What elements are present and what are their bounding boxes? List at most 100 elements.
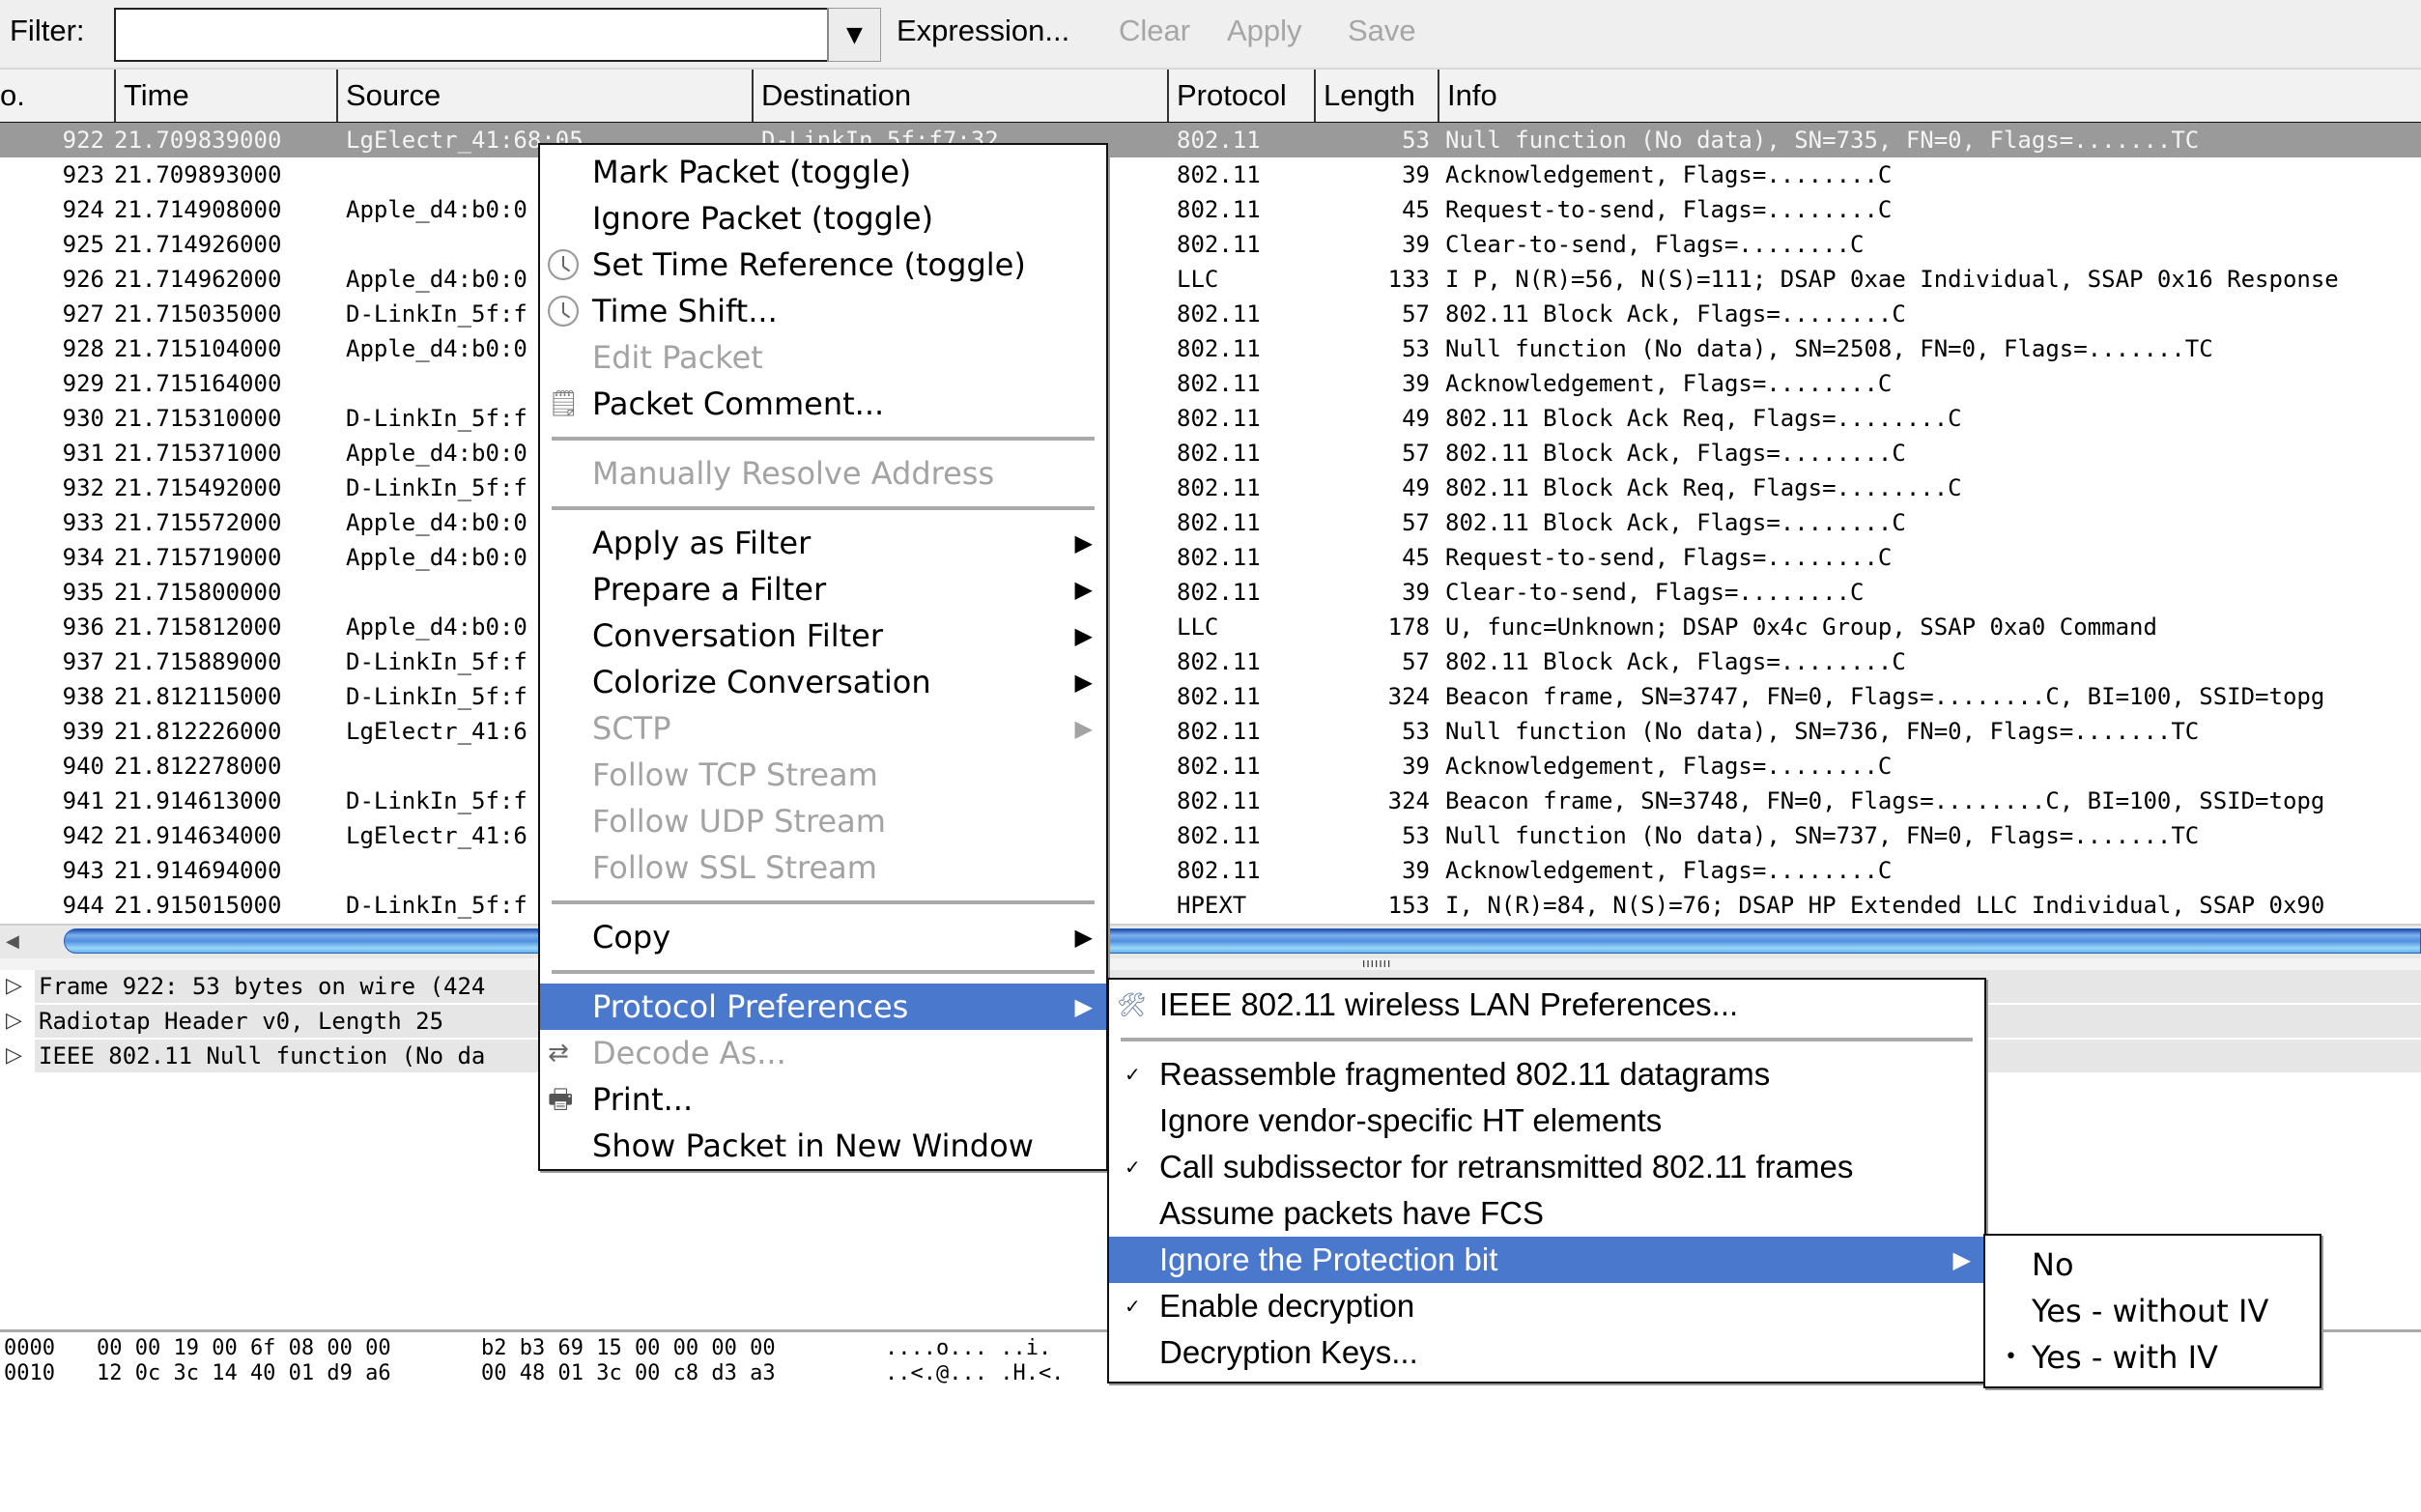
packet-list[interactable]: 922 21.709839000 LgElectr_41:68:05 D-LinkIn… <box>0 123 2421 923</box>
chevron-down-icon: ▼ <box>846 22 863 47</box>
packet-row[interactable]: 943 21.914694000 802.11 39 Acknowledgement, … <box>0 853 2421 888</box>
packet-row[interactable]: 923 21.709893000 802.11 39 Acknowledgement, … <box>0 157 2421 192</box>
menu-item-copy[interactable]: Copy ▶ <box>540 914 1106 960</box>
pref-item-ignore-the-protection-bit[interactable]: Ignore the Protection bit ▶ <box>1109 1237 1984 1283</box>
column-header-no[interactable]: o. <box>0 70 116 122</box>
menu-item-label: Set Time Reference (toggle) <box>592 246 1026 283</box>
packet-row[interactable]: 938 21.812115000 D-LinkIn_5f:f 802.11 324 Bea… <box>0 679 2421 714</box>
column-header-source[interactable]: Source <box>338 70 754 122</box>
apply-button[interactable]: Apply <box>1227 14 1302 48</box>
save-button[interactable]: Save <box>1348 14 1416 48</box>
packet-row[interactable]: 926 21.714962000 Apple_d4:b0:0 LLC 133 I P, N… <box>0 262 2421 297</box>
cell-len: 49 <box>1402 405 1430 432</box>
menu-separator <box>1121 1038 1973 1041</box>
cell-info: Acknowledgement, Flags=........C <box>1445 753 1893 780</box>
menu-item-print[interactable]: 🖶 Print... <box>540 1076 1106 1123</box>
checkmark-icon: ✓ <box>1125 1063 1141 1086</box>
cell-info: 802.11 Block Ack, Flags=........C <box>1445 509 1906 536</box>
cell-len: 39 <box>1402 753 1430 780</box>
cell-info: Acknowledgement, Flags=........C <box>1445 857 1893 884</box>
menu-item-ignore-packet-toggle[interactable]: Ignore Packet (toggle) <box>540 195 1106 242</box>
cell-len: 57 <box>1402 509 1430 536</box>
packet-row[interactable]: 935 21.715800000 802.11 39 Clear-to-send, Fl… <box>0 575 2421 610</box>
radio-item-yes-without-iv[interactable]: Yes - without IV <box>1985 1288 2320 1334</box>
column-header-length[interactable]: Length <box>1316 70 1439 122</box>
pref-item-ignore-vendor-specific-ht-elements[interactable]: Ignore vendor-specific HT elements <box>1109 1098 1984 1144</box>
packet-row[interactable]: 925 21.714926000 802.11 39 Clear-to-send, Fl… <box>0 227 2421 262</box>
expression-button[interactable]: Expression... <box>897 14 1069 48</box>
cell-time: 21.714962000 <box>114 266 282 293</box>
menu-item-packet-comment[interactable]: 🗒 Packet Comment... <box>540 381 1106 427</box>
pref-item-ieee-802-11-wireless-lan-preferences[interactable]: 🛠 IEEE 802.11 wireless LAN Preferences... <box>1109 982 1984 1028</box>
menu-item-decode-as[interactable]: ⇄ Decode As... <box>540 1030 1106 1076</box>
packet-row[interactable]: 941 21.914613000 D-LinkIn_5f:f 802.11 324 Bea… <box>0 784 2421 818</box>
radio-bullet-icon: • <box>2005 1345 2017 1369</box>
pref-item-assume-packets-have-fcs[interactable]: Assume packets have FCS <box>1109 1190 1984 1237</box>
packet-row[interactable]: 940 21.812278000 802.11 39 Acknowledgement, … <box>0 749 2421 784</box>
cell-no: 933 <box>62 509 104 536</box>
expand-triangle-icon[interactable]: ▷ <box>6 974 22 998</box>
column-header-info[interactable]: Info <box>1439 70 2421 122</box>
menu-item-protocol-preferences[interactable]: Protocol Preferences ▶ <box>540 984 1106 1030</box>
bytes-hex-2: 00 48 01 3c 00 c8 d3 a3 <box>481 1361 776 1385</box>
packet-row[interactable]: 931 21.715371000 Apple_d4:b0:0 802.11 57 802.… <box>0 436 2421 471</box>
menu-item-apply-as-filter[interactable]: Apply as Filter ▶ <box>540 520 1106 566</box>
scrollbar-thumb[interactable] <box>64 928 2421 954</box>
menu-item-label: Apply as Filter <box>592 525 812 561</box>
packet-row[interactable]: 932 21.715492000 D-LinkIn_5f:f 802.11 49 802.… <box>0 471 2421 505</box>
menu-item-manually-resolve-address[interactable]: Manually Resolve Address <box>540 450 1106 497</box>
menu-item-sctp[interactable]: SCTP ▶ <box>540 705 1106 752</box>
menu-item-follow-ssl-stream[interactable]: Follow SSL Stream <box>540 844 1106 891</box>
ignore-protection-bit-submenu: No Yes - without IV • Yes - with IV <box>1983 1234 2321 1388</box>
radio-item-no[interactable]: No <box>1985 1241 2320 1288</box>
menu-item-set-time-reference-toggle[interactable]: Set Time Reference (toggle) <box>540 242 1106 288</box>
clear-button[interactable]: Clear <box>1119 14 1190 48</box>
column-header-protocol[interactable]: Protocol <box>1169 70 1316 122</box>
menu-item-show-packet-in-new-window[interactable]: Show Packet in New Window <box>540 1123 1106 1169</box>
menu-item-follow-tcp-stream[interactable]: Follow TCP Stream <box>540 752 1106 798</box>
pref-item-call-subdissector-for-retransmitted-802-11-frames[interactable]: ✓ Call subdissector for retransmitted 802… <box>1109 1144 1984 1190</box>
cell-no: 942 <box>62 822 104 849</box>
pref-item-decryption-keys[interactable]: Decryption Keys... <box>1109 1329 1984 1376</box>
column-header-destination[interactable]: Destination <box>754 70 1169 122</box>
expand-triangle-icon[interactable]: ▷ <box>6 1043 22 1068</box>
menu-item-label: Decode As... <box>592 1035 786 1071</box>
cell-time: 21.915015000 <box>114 892 282 919</box>
packet-row[interactable]: 937 21.715889000 D-LinkIn_5f:f 802.11 57 802.… <box>0 644 2421 679</box>
filter-input[interactable] <box>114 8 827 62</box>
packet-row[interactable]: 942 21.914634000 LgElectr_41:6 802.11 53 Null… <box>0 818 2421 853</box>
menu-item-colorize-conversation[interactable]: Colorize Conversation ▶ <box>540 659 1106 705</box>
menu-item-label: Decryption Keys... <box>1159 1334 1418 1370</box>
menu-item-prepare-a-filter[interactable]: Prepare a Filter ▶ <box>540 566 1106 613</box>
pref-item-enable-decryption[interactable]: ✓ Enable decryption <box>1109 1283 1984 1329</box>
expand-triangle-icon[interactable]: ▷ <box>6 1009 22 1033</box>
cell-len: 324 <box>1387 787 1430 814</box>
cell-info: I P, N(R)=56, N(S)=111; DSAP 0xae Indivi… <box>1445 266 2339 293</box>
packet-row[interactable]: 930 21.715310000 D-LinkIn_5f:f 802.11 49 802.… <box>0 401 2421 436</box>
radio-item-yes-with-iv[interactable]: • Yes - with IV <box>1985 1334 2320 1381</box>
filter-dropdown-button[interactable]: ▼ <box>827 8 881 62</box>
menu-item-mark-packet-toggle[interactable]: Mark Packet (toggle) <box>540 149 1106 195</box>
scroll-left-arrow-icon[interactable]: ◀ <box>6 931 19 952</box>
menu-item-label: Time Shift... <box>592 293 778 329</box>
packet-row[interactable]: 944 21.915015000 D-LinkIn_5f:f HPEXT 153 I, N… <box>0 888 2421 923</box>
packet-row[interactable]: 936 21.715812000 Apple_d4:b0:0 LLC 178 U, fun… <box>0 610 2421 644</box>
cell-no: 926 <box>62 266 104 293</box>
packet-row[interactable]: 924 21.714908000 Apple_d4:b0:0 802.11 45 Requ… <box>0 192 2421 227</box>
menu-item-follow-udp-stream[interactable]: Follow UDP Stream <box>540 798 1106 844</box>
horizontal-scrollbar[interactable]: ◀ <box>0 924 2421 960</box>
packet-row[interactable]: 933 21.715572000 Apple_d4:b0:0 802.11 57 802.… <box>0 505 2421 540</box>
packet-row[interactable]: 927 21.715035000 D-LinkIn_5f:f 802.11 57 802.… <box>0 297 2421 331</box>
cell-time: 21.812226000 <box>114 718 282 745</box>
menu-item-edit-packet[interactable]: Edit Packet <box>540 334 1106 381</box>
menu-item-time-shift[interactable]: Time Shift... <box>540 288 1106 334</box>
packet-row[interactable]: 929 21.715164000 802.11 39 Acknowledgement, … <box>0 366 2421 401</box>
packet-row[interactable]: 939 21.812226000 LgElectr_41:6 802.11 53 Null… <box>0 714 2421 749</box>
menu-item-conversation-filter[interactable]: Conversation Filter ▶ <box>540 613 1106 659</box>
column-header-time[interactable]: Time <box>116 70 338 122</box>
packet-row[interactable]: 934 21.715719000 Apple_d4:b0:0 802.11 45 Requ… <box>0 540 2421 575</box>
pref-item-reassemble-fragmented-802-11-datagrams[interactable]: ✓ Reassemble fragmented 802.11 datagrams <box>1109 1051 1984 1098</box>
packet-row[interactable]: 922 21.709839000 LgElectr_41:68:05 D-LinkIn… <box>0 123 2421 157</box>
packet-row[interactable]: 928 21.715104000 Apple_d4:b0:0 802.11 53 Null… <box>0 331 2421 366</box>
bytes-row: 0010 12 0c 3c 14 40 01 d9 a6 00 48 01 3c… <box>4 1361 1163 1386</box>
